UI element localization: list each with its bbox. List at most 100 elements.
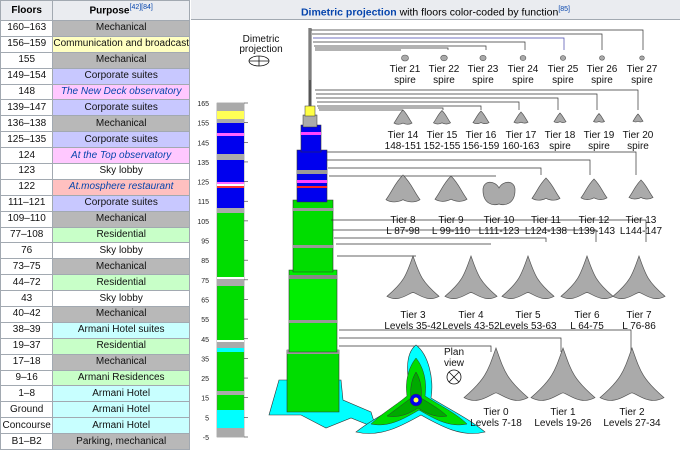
tier-label: 148-151 (385, 141, 422, 152)
tier-group: Tier 16156-159 (463, 110, 500, 152)
floor-scale: 1651551451351251151059585756555453525155… (197, 101, 248, 442)
tier-plan-shape (628, 179, 654, 200)
tier-label: spire (433, 75, 455, 86)
plan-view-icon (446, 369, 462, 385)
plan-label-2: view (444, 358, 465, 369)
floors-cell: 38–39 (0, 321, 54, 339)
tier-group: Tier 25spire (548, 55, 579, 86)
purpose-header-ref[interactable]: [42][84] (130, 4, 153, 11)
tier-plan-shape (519, 55, 527, 61)
floors-header: Floors (0, 0, 54, 21)
floors-cell: B1–B2 (0, 433, 54, 451)
table-row: 124 At the Top observatory (0, 147, 190, 165)
purpose-cell[interactable]: At the Top observatory (52, 147, 190, 165)
table-row: 43 Sky lobby (0, 290, 190, 308)
table-row: 9–16 Armani Residences (0, 369, 190, 387)
table-row: 156–159 Communication and broadcast (0, 35, 190, 53)
diagram-header: Dimetric projection with floors color-co… (191, 0, 680, 20)
purpose-cell: Armani Hotel (52, 417, 190, 435)
tier-group: Tier 20spire (623, 113, 654, 152)
tier-plan-shape (440, 54, 448, 62)
table-row: 139–147 Corporate suites (0, 99, 190, 117)
tier-group: Tier 19spire (584, 113, 615, 152)
scale-tick-label: 165 (197, 101, 209, 108)
tier-label: Tier 5 (515, 310, 541, 321)
tier-group: Tier 3Levels 35-42 (384, 254, 442, 332)
purpose-cell: Armani Hotel suites (52, 321, 190, 339)
tier-plan-shape (530, 346, 596, 401)
tier-label: L 76-86 (622, 321, 656, 332)
tier-label: Tier 17 (506, 130, 537, 141)
tier-label: L 99-110 (432, 226, 471, 237)
tier-label: Levels 7-18 (470, 418, 522, 429)
scale-tick-label: 115 (198, 199, 209, 206)
tier-group: Tier 15152-155 (424, 110, 461, 152)
tier-group: Tier 14148-151 (385, 109, 422, 152)
table-row: 160–163 Mechanical (0, 20, 190, 37)
diagram-title-ref[interactable]: [85] (558, 6, 570, 13)
tier-plan-shape (432, 110, 452, 125)
tier-group: Tier 27spire (627, 55, 658, 86)
tier-plan-shape (401, 54, 409, 62)
table-row: 1–8 Armani Hotel (0, 385, 190, 403)
floors-cell: 160–163 (0, 20, 54, 37)
tier-label: Levels 35-42 (384, 321, 442, 332)
table-row: B1–B2 Parking, mechanical (0, 433, 190, 451)
purpose-cell: Sky lobby (52, 163, 190, 180)
tier-label: Tier 7 (626, 310, 652, 321)
purpose-cell[interactable]: At.mosphere restaurant (52, 178, 190, 196)
tier-group: Tier 13L144-147 (620, 179, 663, 237)
purpose-header: Purpose[42][84] (52, 0, 190, 21)
floors-cell: 125–135 (0, 131, 54, 149)
table-body: 160–163 Mechanical 156–159 Communication an… (0, 20, 190, 451)
tower-drawing (268, 28, 377, 429)
tier-plan-shape (612, 254, 666, 299)
tier-plan-shape (553, 112, 567, 123)
scale-tick-label: 35 (201, 356, 209, 363)
tier-plan-shape (482, 181, 516, 205)
purpose-cell: Mechanical (52, 20, 190, 37)
tier-plan-shape (599, 55, 605, 61)
purpose-cell: Mechanical (52, 210, 190, 228)
tier-label: Tier 2 (619, 407, 645, 418)
table-row: 111–121 Corporate suites (0, 194, 190, 212)
tier-label: Levels 27-34 (603, 418, 661, 429)
tier-group: Tier 6L 64-75 (560, 254, 614, 332)
scale-tick-label: 15 (201, 396, 209, 403)
tier-label: spire (631, 75, 653, 86)
tier-label: Tier 0 (483, 407, 509, 418)
table-row: 122 At.mosphere restaurant (0, 178, 190, 196)
tier-label: Tier 27 (627, 64, 658, 75)
tier-label: L124-138 (525, 226, 568, 237)
floors-cell: 139–147 (0, 99, 54, 117)
table-row: 148 The New Deck observatory (0, 83, 190, 101)
tier-group: Tier 22spire (429, 54, 460, 86)
scale-tick-label: 125 (197, 180, 209, 187)
tier-label: L144-147 (620, 226, 663, 237)
purpose-cell: Parking, mechanical (52, 433, 190, 451)
purpose-cell: Residential (52, 337, 190, 355)
tier-group: Tier 26spire (587, 55, 618, 86)
purpose-cell: Sky lobby (52, 242, 190, 260)
scale-tick-label: 5 (205, 415, 209, 422)
scale-tick-label: 155 (197, 121, 209, 128)
tier-label: Tier 4 (458, 310, 484, 321)
tier-label: Tier 6 (574, 310, 600, 321)
tier-group: Tier 12L139-143 (573, 178, 616, 237)
floors-cell: 77–108 (0, 226, 54, 244)
purpose-cell[interactable]: The New Deck observatory (52, 83, 190, 101)
tier-label: Tier 26 (587, 64, 618, 75)
tier-label: spire (552, 75, 574, 86)
diagram-title[interactable]: Dimetric projection (301, 7, 397, 19)
purpose-cell: Mechanical (52, 51, 190, 69)
purpose-cell: Corporate suites (52, 67, 190, 85)
tier-plan-shape (531, 177, 561, 201)
floors-cell: 76 (0, 242, 54, 260)
floors-cell: 40–42 (0, 306, 54, 323)
tier-label: spire (591, 75, 613, 86)
tier-plan-shape (639, 55, 645, 61)
tier-group: Tier 0Levels 7-18 (463, 346, 529, 429)
tier-plan-shape (599, 346, 665, 401)
purpose-cell: Corporate suites (52, 131, 190, 149)
tier-label: Tier 11 (531, 215, 561, 226)
